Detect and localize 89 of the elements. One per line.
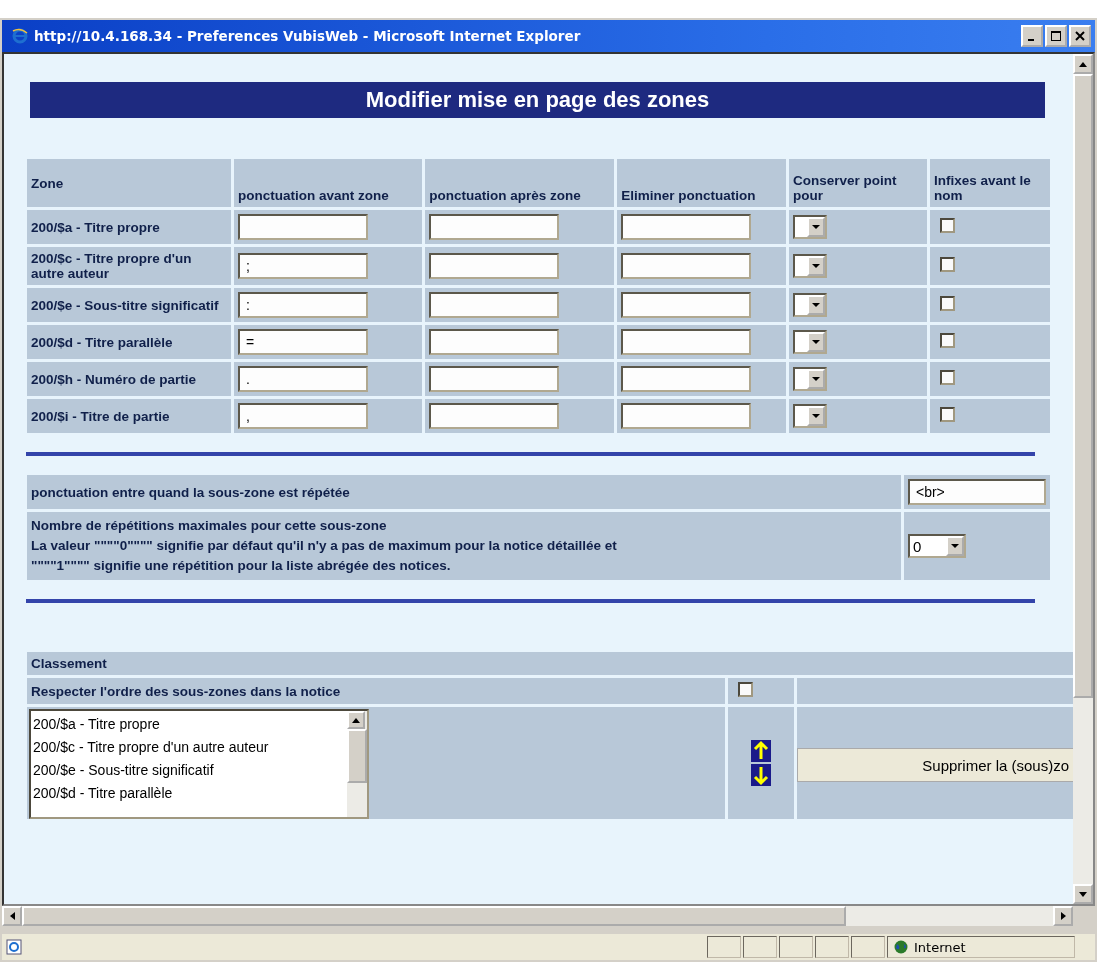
checkbox[interactable] (940, 257, 955, 272)
punctuation-after-field[interactable] (429, 366, 560, 392)
scroll-down-icon (1079, 891, 1087, 897)
punctuation-before-field[interactable]: , (238, 403, 368, 429)
dropdown[interactable] (793, 367, 827, 391)
dropdown[interactable] (793, 215, 827, 239)
zone-cell: 200/$i - Titre de partie (27, 399, 231, 433)
vertical-scrollbar[interactable] (1073, 54, 1093, 904)
max-repetitions-dropdown[interactable]: 0 (908, 534, 966, 558)
caret-icon (951, 543, 959, 549)
checkbox[interactable] (940, 407, 955, 422)
caret-icon (812, 413, 820, 419)
punctuation-after-field[interactable] (429, 214, 560, 240)
punctuation-before-field[interactable] (238, 214, 368, 240)
punctuation-after-field[interactable] (429, 292, 560, 318)
list-item[interactable]: 200/$e - Sous-titre significatif (33, 759, 345, 782)
option-label: Respecter l'ordre des sous-zones dans la notice (27, 678, 725, 704)
checkbox[interactable] (940, 218, 955, 233)
section-heading: Classement (27, 652, 1073, 675)
minimize-icon (1027, 39, 1034, 41)
checkbox[interactable] (940, 370, 955, 385)
zone-cell: 200/$e - Sous-titre significatif (27, 288, 231, 322)
caret-icon (812, 376, 820, 382)
status-pane (779, 936, 813, 958)
remove-punctuation-field[interactable] (621, 292, 752, 318)
remove-punctuation-field[interactable] (621, 253, 752, 279)
horizontal-scrollbar[interactable] (2, 906, 1073, 926)
zone-cell: 200/$d - Titre parallèle (27, 325, 231, 359)
status-pane (707, 936, 741, 958)
scroll-right-icon (1060, 912, 1066, 920)
browser-icon (12, 28, 28, 44)
repeat-punctuation-field[interactable]: <br> (908, 479, 1046, 505)
zone-cell: 200/$h - Numéro de partie (27, 362, 231, 396)
punctuation-before-field[interactable]: . (238, 366, 368, 392)
scroll-left-icon (9, 912, 15, 920)
column-header: ponctuation avant zone (234, 159, 423, 207)
checkbox[interactable] (738, 682, 753, 697)
zone-cell: 200/$c - Titre propre d'un autre auteur (27, 247, 231, 285)
dropdown[interactable] (793, 254, 827, 278)
option-label: ponctuation entre quand la sous-zone est répétée (27, 475, 901, 509)
page-title: Modifier mise en page des zones (30, 82, 1045, 118)
delete-subfield-button[interactable]: Supprimer la (sous)zo (797, 748, 1073, 782)
caret-icon (812, 339, 820, 345)
maximize-button[interactable] (1045, 25, 1067, 47)
status-pane (815, 936, 849, 958)
checkbox[interactable] (940, 333, 955, 348)
column-header: Zone (27, 159, 231, 207)
checkbox[interactable] (940, 296, 955, 311)
remove-punctuation-field[interactable] (621, 403, 752, 429)
move-down-button[interactable] (751, 764, 771, 786)
punctuation-after-field[interactable] (429, 403, 560, 429)
dropdown[interactable] (793, 330, 827, 354)
status-pane (743, 936, 777, 958)
scroll-up-icon (1079, 61, 1087, 67)
scroll-up-icon (352, 717, 360, 723)
list-item[interactable]: 200/$c - Titre propre d'un autre auteur (33, 736, 345, 759)
remove-punctuation-field[interactable] (621, 366, 752, 392)
close-icon (1075, 31, 1085, 41)
remove-punctuation-field[interactable] (621, 329, 752, 355)
caret-icon (812, 263, 820, 269)
dropdown[interactable] (793, 293, 827, 317)
punctuation-after-field[interactable] (429, 253, 560, 279)
move-up-button[interactable] (751, 740, 771, 762)
punctuation-before-field[interactable]: = (238, 329, 368, 355)
remove-punctuation-field[interactable] (621, 214, 752, 240)
zone-cell: 200/$a - Titre propre (27, 210, 231, 244)
security-zone: Internet (914, 939, 966, 955)
close-button[interactable] (1069, 25, 1091, 47)
list-item[interactable]: 200/$d - Titre parallèle (33, 782, 345, 805)
column-header: Eliminer ponctuation (617, 159, 786, 207)
list-item[interactable]: 200/$a - Titre propre (33, 713, 345, 736)
minimize-button[interactable] (1021, 25, 1043, 47)
option-label: Nombre de répétitions maximales pour cette sous-zone La valeur """"0"""" signifie par défaut qu'il n'y a pas de maximum pour la notice détaillée et """"1"""" signifie une répétition pour la liste abrégée des notices. (27, 512, 901, 580)
column-header: ponctuation après zone (425, 159, 615, 207)
subfield-list[interactable]: 200/$a - Titre propre 200/$c - Titre propre d'un autre auteur 200/$e - Sous-titre significatif 200/$d - Titre parallèle (29, 709, 369, 819)
dropdown[interactable] (793, 404, 827, 428)
window-title: http://10.4.168.34 - Preferences VubisWeb - Microsoft Internet Explorer (34, 28, 581, 44)
status-pane (851, 936, 885, 958)
column-header: Infixes avant le nom (930, 159, 1050, 207)
list-scrollbar[interactable] (347, 711, 367, 817)
caret-icon (812, 302, 820, 308)
column-header: Conserver point pour (789, 159, 927, 207)
punctuation-before-field[interactable]: ; (238, 253, 368, 279)
punctuation-before-field[interactable]: : (238, 292, 368, 318)
page-icon (6, 939, 22, 955)
maximize-icon (1051, 31, 1061, 41)
caret-icon (812, 224, 820, 230)
globe-icon (894, 940, 908, 954)
punctuation-after-field[interactable] (429, 329, 560, 355)
